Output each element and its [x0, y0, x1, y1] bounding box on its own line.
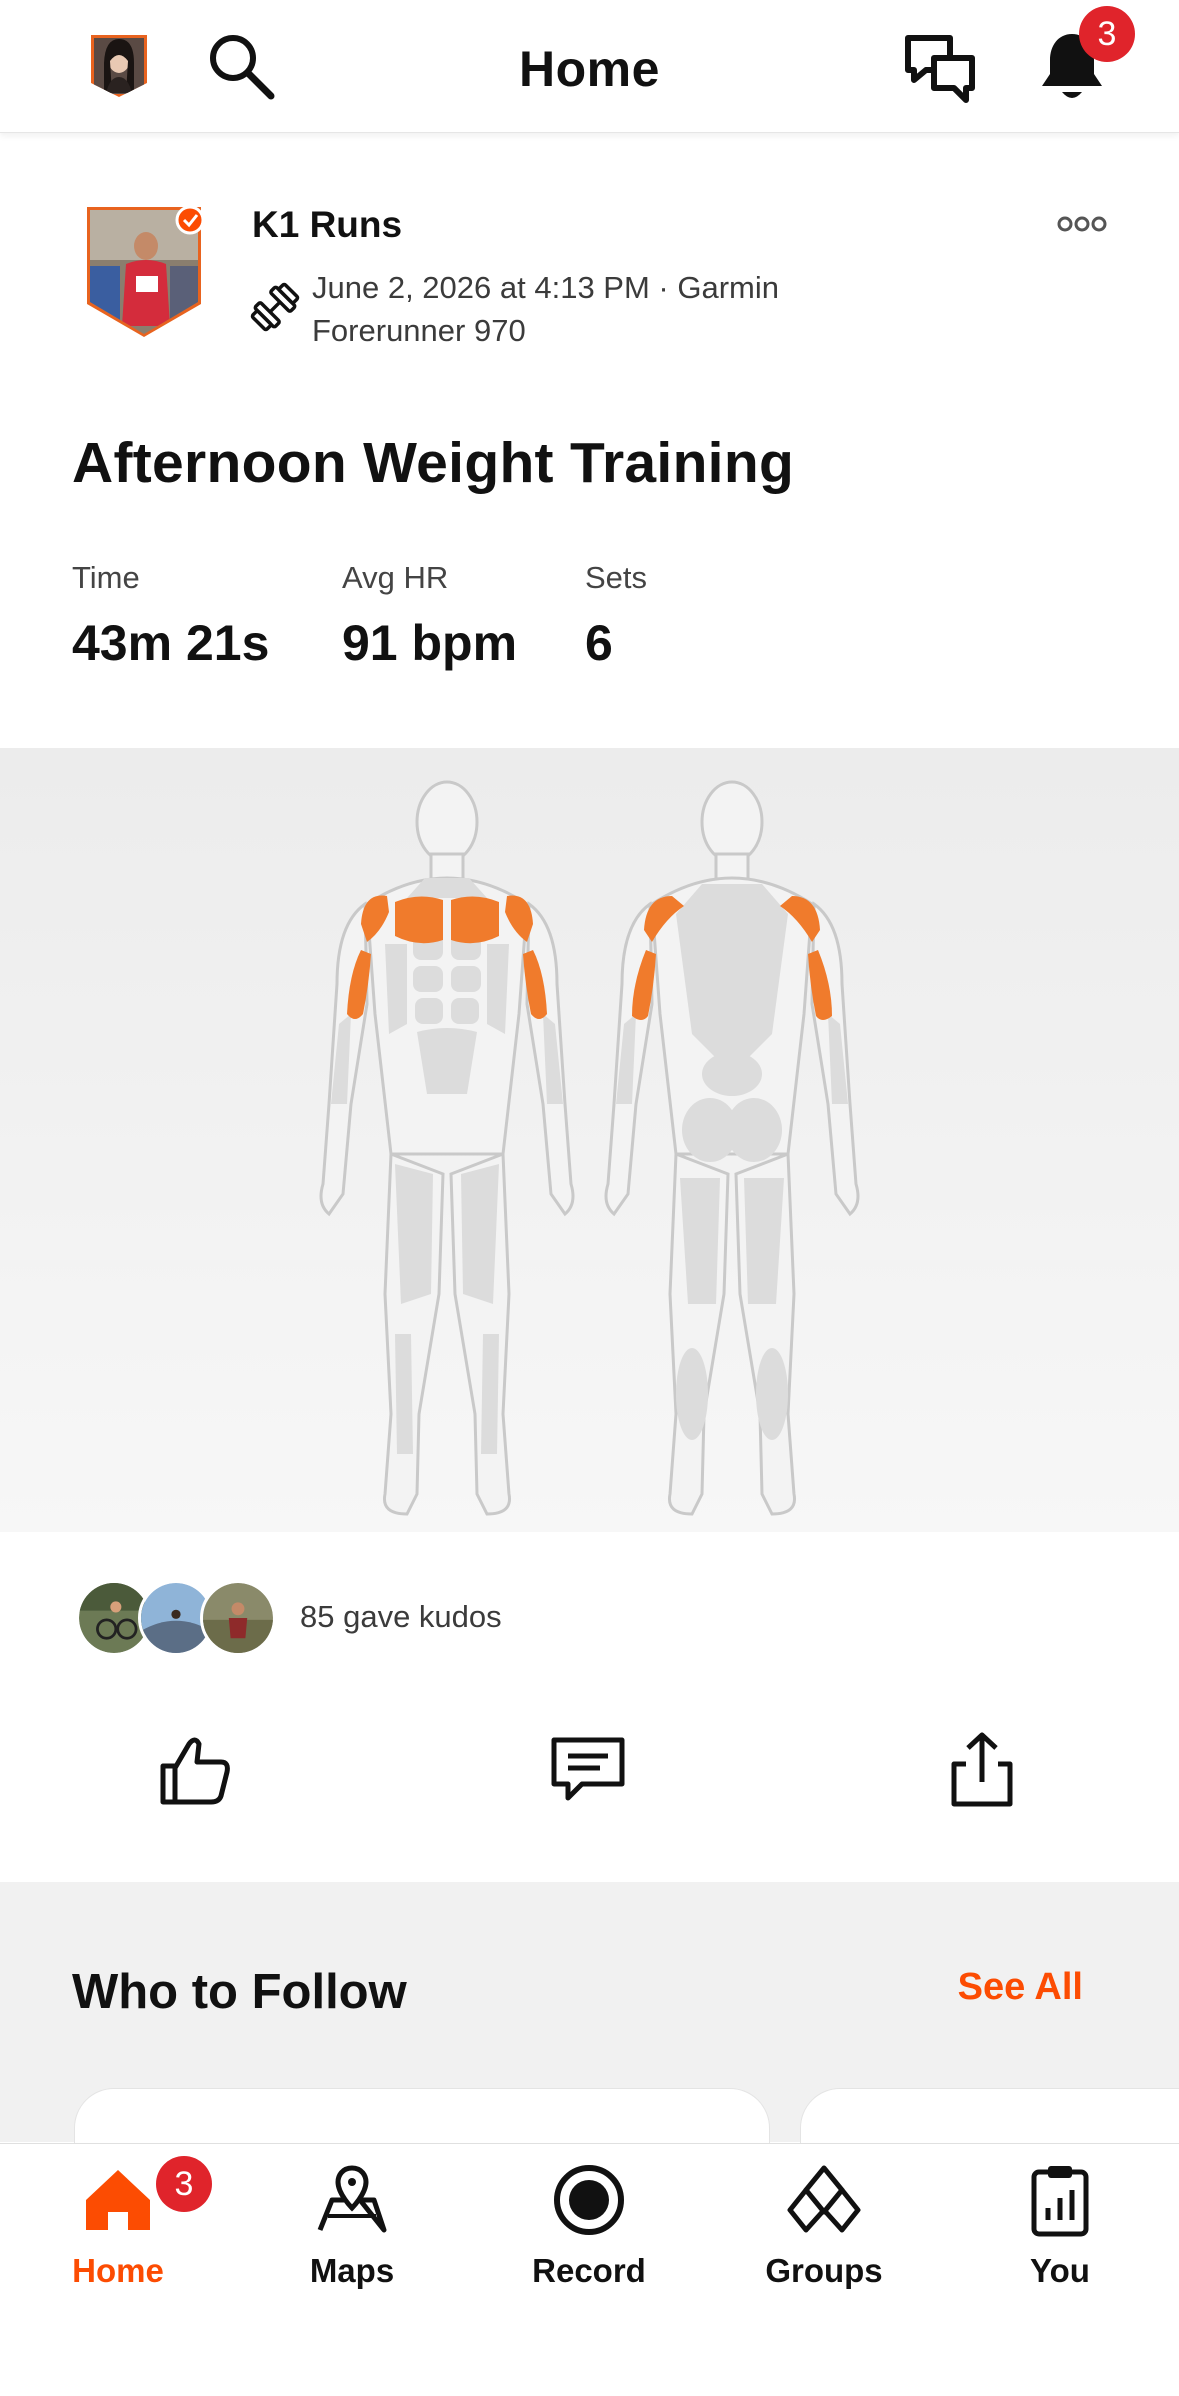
you-icon [1031, 2166, 1089, 2237]
muscle-map[interactable] [0, 748, 1179, 1532]
who-to-follow-section: Who to Follow See All [0, 1882, 1179, 2168]
nav-groups[interactable]: Groups [724, 2144, 924, 2344]
nav-label: Home [72, 2252, 164, 2289]
home-icon [86, 2170, 150, 2230]
chat-icon[interactable] [900, 30, 978, 106]
stat-value: 6 [585, 615, 613, 671]
nav-label: Record [532, 2252, 646, 2289]
athlete-name[interactable]: K1 Runs [252, 204, 402, 246]
back-body-diagram [604, 780, 860, 1516]
nav-record[interactable]: Record [489, 2144, 689, 2344]
nav-home[interactable]: 3 Home [18, 2144, 218, 2344]
front-body-diagram [319, 780, 575, 1516]
home-badge: 3 [156, 2156, 212, 2212]
kudos-avatars[interactable] [76, 1580, 276, 1656]
stat-label: Sets [585, 560, 648, 595]
share-icon[interactable] [942, 1730, 1022, 1810]
page-title: Home [519, 41, 660, 97]
stat-avg-hr: Avg HR 91 bpm [342, 560, 517, 672]
nav-you[interactable]: You [960, 2144, 1160, 2344]
notification-badge: 3 [1079, 6, 1135, 62]
activity-title[interactable]: Afternoon Weight Training [72, 430, 794, 496]
stat-value: 43m 21s [72, 615, 270, 671]
nav-label: You [1030, 2252, 1090, 2289]
like-icon[interactable] [155, 1730, 235, 1810]
top-bar: Home 3 [0, 0, 1179, 133]
stat-time: Time 43m 21s [72, 560, 269, 672]
kudos-avatar [200, 1580, 276, 1656]
stat-label: Avg HR [342, 560, 449, 595]
athlete-avatar[interactable] [84, 206, 204, 338]
see-all-link[interactable]: See All [958, 1966, 1083, 2009]
nav-maps[interactable]: Maps [252, 2144, 452, 2344]
groups-icon [787, 2165, 861, 2233]
maps-icon [317, 2165, 387, 2233]
nav-label: Maps [309, 2252, 395, 2289]
comment-icon[interactable] [548, 1730, 628, 1810]
kudos-count[interactable]: 85 gave kudos [300, 1599, 502, 1635]
stat-value: 91 bpm [342, 615, 518, 671]
more-options-icon[interactable] [1056, 212, 1108, 236]
stat-sets: Sets 6 [585, 560, 647, 672]
activity-meta: June 2, 2026 at 4:13 PM · Garmin Forerun… [312, 270, 779, 348]
nav-label: Groups [765, 2252, 883, 2289]
record-icon [554, 2165, 624, 2235]
section-title: Who to Follow [72, 1965, 407, 2019]
stat-label: Time [72, 560, 140, 595]
bottom-navigation: 3 Home Maps Record Groups You [0, 2143, 1179, 2396]
dumbbell-icon [250, 282, 300, 332]
